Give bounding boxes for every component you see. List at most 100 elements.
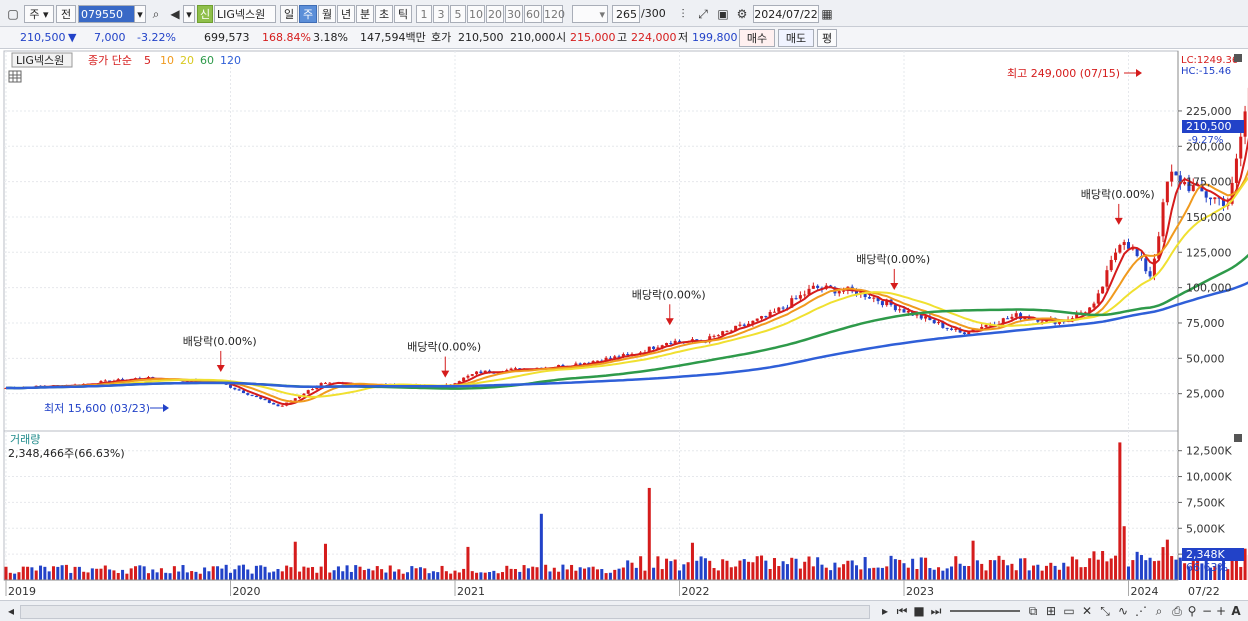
candle-body: [513, 368, 517, 370]
fast-forward-icon[interactable]: ⏭: [927, 602, 945, 620]
period-tab-1[interactable]: 주: [299, 5, 317, 23]
volume-bar: [893, 559, 897, 580]
period-tab-6[interactable]: 틱: [394, 5, 412, 23]
volume-bar: [760, 555, 764, 580]
screen-icon[interactable]: ▭: [1060, 602, 1078, 620]
volume-bar: [997, 555, 1001, 580]
volume-bar: [345, 565, 349, 580]
volume-bar: [354, 565, 358, 580]
legend-ma60[interactable]: 60: [200, 54, 214, 67]
volume-bar: [414, 568, 418, 580]
candle-body: [945, 327, 949, 329]
gear-icon[interactable]: ⚙: [733, 5, 751, 23]
crosshair-icon[interactable]: ✕: [1078, 602, 1096, 620]
scroll-right-icon[interactable]: ▸: [876, 602, 894, 620]
count-input[interactable]: 265: [612, 5, 640, 23]
low-label: 저: [678, 31, 689, 44]
legend-ma10[interactable]: 10: [160, 54, 174, 67]
legend-ma5[interactable]: 5: [144, 54, 151, 67]
market-select[interactable]: 주 ▾: [24, 5, 54, 23]
legend-ma20[interactable]: 20: [180, 54, 194, 67]
volume-bar: [112, 570, 116, 580]
volume-bar: [600, 569, 604, 580]
legend-ma120[interactable]: 120: [220, 54, 241, 67]
average-button[interactable]: 평: [817, 29, 837, 47]
period-tab-3[interactable]: 년: [337, 5, 355, 23]
volume-bar: [1170, 556, 1174, 580]
volume-bar: [755, 556, 759, 580]
volume-bar: [604, 573, 608, 580]
zoom-slider[interactable]: [950, 610, 1020, 612]
date-input[interactable]: 2024/07/22: [753, 5, 819, 23]
calendar-icon[interactable]: ▦: [818, 5, 836, 23]
volume-bar: [39, 565, 43, 580]
volume-bar: [483, 572, 487, 580]
volume-bar: [837, 567, 841, 580]
search-icon[interactable]: ⌕: [147, 5, 165, 23]
interval-button-5[interactable]: 5: [450, 5, 466, 23]
price-panel-close-icon[interactable]: [1234, 54, 1242, 62]
volume-bar: [1144, 560, 1148, 580]
interval-button-30[interactable]: 30: [505, 5, 523, 23]
zigzag-icon[interactable]: ⋰: [1132, 602, 1150, 620]
volume-bar: [617, 568, 621, 580]
price-axis: 25,000 50,000 75,000 100,000 125,000 150,000 1…: [1178, 105, 1232, 401]
copy-icon[interactable]: ⧉: [1024, 602, 1042, 620]
period-tab-2[interactable]: 월: [318, 5, 336, 23]
volume-bar: [82, 571, 86, 580]
volume-close-icon[interactable]: [1234, 434, 1242, 442]
volume-bar: [647, 487, 651, 580]
candle-type-icon[interactable]: ⫶: [674, 5, 692, 23]
volume-bar: [652, 567, 656, 580]
stock-code-input[interactable]: 079550: [78, 5, 136, 23]
split-icon[interactable]: ⊞: [1042, 602, 1060, 620]
volume-bar: [1178, 557, 1182, 580]
horizontal-scrollbar[interactable]: [20, 605, 870, 619]
interval-button-3[interactable]: 3: [433, 5, 449, 23]
main-toolbar: ▢ 주 ▾ 전 079550 ▾ ⌕ ◀ ▾ 신 LIG넥스원 일주월년분초틱 …: [0, 0, 1248, 27]
stop-icon[interactable]: ■: [910, 602, 928, 620]
window-icon[interactable]: ▢: [4, 5, 22, 23]
code-dropdown-icon[interactable]: ▾: [134, 5, 146, 23]
volume-bar: [146, 573, 150, 580]
wave-icon[interactable]: ∿: [1114, 602, 1132, 620]
rewind-icon[interactable]: ⏮: [893, 602, 911, 620]
indicator-icon[interactable]: ⤢: [694, 5, 712, 23]
scroll-left-icon[interactable]: ◂: [2, 602, 20, 620]
sell-button[interactable]: 매도: [778, 29, 814, 47]
interval-button-1[interactable]: 1: [416, 5, 432, 23]
save-icon[interactable]: ▣: [714, 5, 732, 23]
zoom-fit-icon[interactable]: ⌕: [1150, 602, 1168, 620]
volume-bar: [177, 571, 181, 580]
candle-body: [311, 389, 315, 391]
volume-bar: [1075, 559, 1079, 580]
speaker-dropdown-icon[interactable]: ▾: [183, 5, 195, 23]
interval-button-20[interactable]: 20: [486, 5, 504, 23]
volume-bar: [116, 573, 120, 580]
volume-bar: [928, 568, 932, 580]
candle-body: [276, 404, 280, 407]
interval-button-10[interactable]: 10: [467, 5, 485, 23]
period-tab-0[interactable]: 일: [280, 5, 298, 23]
volume-bar: [513, 569, 517, 580]
candle-body: [1239, 136, 1243, 159]
period-tab-5[interactable]: 초: [375, 5, 393, 23]
price-tick-label: 25,000: [1186, 388, 1225, 401]
trend-icon[interactable]: ⤡: [1096, 602, 1114, 620]
interval-button-120[interactable]: 120: [543, 5, 565, 23]
buy-button[interactable]: 매수: [739, 29, 775, 47]
volume-bar: [949, 566, 954, 580]
volume-bar: [1083, 567, 1087, 580]
volume-bar: [172, 566, 176, 580]
volume-bar: [734, 566, 738, 580]
volume-tick-label: 10,000K: [1186, 471, 1232, 484]
period-tab-4[interactable]: 분: [356, 5, 374, 23]
table-toggle-icon[interactable]: [8, 70, 22, 83]
stock-name-field[interactable]: LIG넥스원: [214, 5, 276, 23]
speaker-icon[interactable]: ◀: [166, 5, 184, 23]
interval-dropdown[interactable]: ▾: [572, 5, 608, 23]
candle-body: [1114, 252, 1118, 260]
font-size-button[interactable]: A: [1227, 602, 1245, 620]
prev-button[interactable]: 전: [56, 5, 76, 23]
interval-button-60[interactable]: 60: [524, 5, 542, 23]
